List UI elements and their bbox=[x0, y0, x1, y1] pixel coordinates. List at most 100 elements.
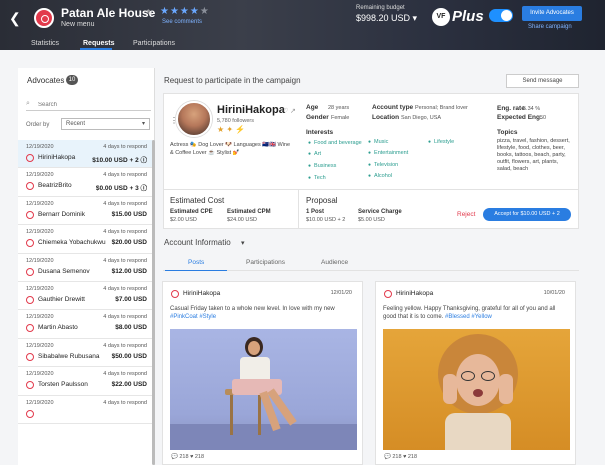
instagram-icon bbox=[26, 352, 34, 361]
advocates-count-badge: 10 bbox=[66, 75, 78, 85]
remaining-budget-value[interactable]: $998.20 USD ▾ bbox=[356, 13, 417, 24]
age-value: 28 years bbox=[328, 105, 350, 111]
subtab-participations[interactable]: Participations bbox=[246, 259, 285, 266]
expected-eng-value: 50 bbox=[540, 115, 547, 121]
avatar bbox=[176, 101, 212, 137]
advocate-name: Dusana Semenov bbox=[38, 267, 90, 275]
advocate-amount: $12.00 USD bbox=[111, 267, 147, 275]
advocate-row[interactable]: 12/19/2020 4 days to respond Sibabalwe Rub… bbox=[18, 339, 153, 368]
service-charge-value: $5.00 USD bbox=[358, 217, 385, 223]
post-caption-text: Casual Friday taken to a whole new level… bbox=[170, 306, 335, 312]
request-date: 12/19/2020 bbox=[26, 172, 54, 179]
post-date: 10/01/20 bbox=[543, 290, 565, 296]
request-date: 12/19/2020 bbox=[26, 342, 54, 349]
advocate-amount: $0.00 USD + 3 ⓘ bbox=[95, 185, 147, 193]
request-date: 12/19/2020 bbox=[26, 257, 54, 264]
advocate-row[interactable]: 12/19/2020 4 days to respond Gauthier Drew… bbox=[18, 282, 153, 311]
interest-item: Alcohol bbox=[368, 173, 392, 179]
hand bbox=[443, 374, 457, 404]
account-information-title[interactable]: Account Informatio ▾ bbox=[164, 238, 244, 247]
see-comments-link[interactable]: See comments bbox=[162, 19, 202, 25]
plus-toggle[interactable] bbox=[489, 9, 513, 22]
days-to-respond: 4 days to respond bbox=[103, 172, 147, 179]
search-icon: ⌕ bbox=[26, 100, 30, 107]
divider bbox=[298, 189, 299, 229]
subtab-posts[interactable]: Posts bbox=[188, 259, 204, 266]
advocate-amount: $15.00 USD bbox=[111, 210, 147, 218]
instagram-icon bbox=[26, 210, 34, 219]
glasses-lens bbox=[461, 371, 475, 381]
star-icons: ★★★★ bbox=[160, 6, 200, 17]
heart-icon[interactable]: ♡ bbox=[282, 107, 288, 115]
brand-name: Patan Ale House bbox=[61, 6, 156, 20]
cpe-label: Estimated CPE bbox=[170, 209, 213, 215]
post-card[interactable]: HiriniHakopa 12/01/20 Casual Friday take… bbox=[162, 281, 363, 465]
advocate-amount: $20.00 USD bbox=[111, 239, 147, 247]
topics-label: Topics bbox=[497, 129, 518, 136]
advocate-row[interactable]: 12/19/2020 4 days to respond Bernarr Domin… bbox=[18, 197, 153, 226]
advocate-row[interactable]: 12/19/2020 4 days to respond Dusana Semeno… bbox=[18, 254, 153, 282]
advocate-row[interactable]: 12/19/2020 4 days to respond BeatrizBrito $… bbox=[18, 168, 153, 197]
reject-button[interactable]: Reject bbox=[457, 211, 475, 218]
external-link-icon[interactable]: ↗ bbox=[290, 107, 296, 115]
advocate-row[interactable]: 12/19/2020 4 days to respond Torsten Pauls… bbox=[18, 367, 153, 396]
days-to-respond: 4 days to respond bbox=[103, 399, 147, 406]
plus-logo-word: Plus bbox=[452, 8, 484, 25]
cpe-value: $2.00 USD bbox=[170, 217, 197, 223]
post-label: 1 Post bbox=[306, 209, 325, 215]
eng-rate-value: 5.34 % bbox=[523, 106, 541, 112]
account-information-label: Account Informatio bbox=[164, 238, 231, 247]
advocate-amount: $7.00 USD bbox=[115, 295, 147, 303]
days-to-respond: 4 days to respond bbox=[103, 144, 147, 150]
advocate-row[interactable]: 12/19/2020 4 days to respond HiriniHakopa $… bbox=[18, 140, 153, 169]
interest-item: Business bbox=[308, 163, 336, 169]
subtab-audience[interactable]: Audience bbox=[321, 259, 348, 266]
post-author: HiriniHakopa bbox=[183, 290, 221, 297]
post-hashtags[interactable]: #PinkCoat #Style bbox=[170, 314, 216, 320]
post-hashtags[interactable]: #Blessed #Yellow bbox=[445, 314, 492, 320]
post-card[interactable]: HiriniHakopa 10/01/20 Feeling yellow. Ha… bbox=[375, 281, 576, 465]
instagram-icon bbox=[26, 239, 34, 248]
request-date: 12/19/2020 bbox=[26, 314, 54, 321]
tab-participations[interactable]: Participations bbox=[133, 40, 175, 47]
search-input[interactable] bbox=[38, 99, 148, 110]
face bbox=[456, 354, 500, 406]
post-stats: 💬 218 ♥ 218 bbox=[384, 454, 418, 460]
share-campaign-link[interactable]: Share campaign bbox=[528, 24, 572, 30]
profile-name: HiriniHakopa bbox=[217, 104, 285, 116]
advocates-scrollbar[interactable] bbox=[152, 140, 155, 465]
accept-button[interactable]: Accept for $10.00 USD + 2 bbox=[483, 208, 571, 221]
edit-pencil-icon[interactable]: ✎ bbox=[146, 8, 154, 19]
face bbox=[248, 341, 260, 355]
account-subtabs: Posts Participations Audience bbox=[163, 254, 579, 271]
tab-statistics[interactable]: Statistics bbox=[31, 40, 59, 47]
advocates-search: ⌕ bbox=[26, 99, 151, 111]
invite-advocates-button[interactable]: Invite Advocates bbox=[522, 6, 582, 21]
post-author: HiriniHakopa bbox=[396, 290, 434, 297]
days-to-respond: 4 days to respond bbox=[103, 229, 147, 236]
send-message-button[interactable]: Send message bbox=[506, 74, 579, 88]
gender-label: Gender bbox=[306, 114, 329, 121]
request-date: 12/19/2020 bbox=[26, 144, 54, 150]
back-arrow-icon[interactable]: ❮ bbox=[9, 10, 21, 27]
tab-requests[interactable]: Requests bbox=[83, 40, 115, 47]
interest-item: Television bbox=[368, 162, 398, 168]
interest-item: Art bbox=[308, 151, 321, 157]
interests-label: Interests bbox=[306, 129, 334, 136]
badge-icons: ★ ✦ ⚡ bbox=[217, 125, 246, 134]
post-stats: 💬 218 ♥ 218 bbox=[171, 454, 205, 460]
advocate-row[interactable]: 12/19/2020 4 days to respond Martin Abasto… bbox=[18, 310, 153, 339]
chair-leg bbox=[258, 395, 261, 435]
request-date: 12/19/2020 bbox=[26, 285, 54, 292]
instagram-icon bbox=[26, 182, 34, 191]
more-options-icon[interactable]: ⋮ bbox=[170, 116, 178, 125]
proposal-title: Proposal bbox=[306, 196, 338, 205]
order-by-value: Recent bbox=[66, 121, 86, 127]
advocate-row[interactable]: 12/19/2020 4 days to respond bbox=[18, 396, 153, 424]
gender-value: Female bbox=[331, 115, 350, 121]
estimated-cost-title: Estimated Cost bbox=[170, 196, 225, 205]
glasses-lens bbox=[481, 371, 495, 381]
plus-logo: VF Plus bbox=[432, 8, 488, 26]
advocate-row[interactable]: 12/19/2020 4 days to respond Chiemeka Yoba… bbox=[18, 225, 153, 254]
order-by-select[interactable]: Recent ▾ bbox=[61, 118, 150, 130]
